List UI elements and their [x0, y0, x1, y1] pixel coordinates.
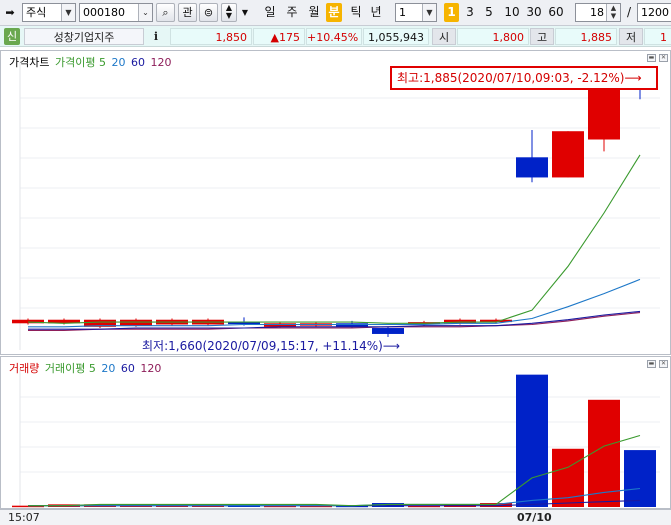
time-axis-start-label: 15:07 — [8, 511, 40, 524]
price-ma20-line — [28, 278, 641, 328]
candle-body — [588, 89, 620, 140]
low-price-callout: 최저:1,660(2020/07/09,15:17, +11.14%)⟶ — [142, 337, 401, 354]
high-price-callout: 최고:1,885(2020/07/10,09:03, -2.12%)⟶ — [390, 66, 658, 90]
time-axis: 15:07 07/10 — [0, 509, 671, 525]
candle-body — [552, 131, 584, 178]
time-axis-date-label: 07/10 — [517, 511, 552, 524]
price-ma5-line — [27, 154, 641, 324]
price-ma60-line — [28, 310, 641, 330]
volume-bar — [624, 450, 656, 507]
volume-ma5-line — [28, 434, 641, 507]
volume-ma20-line — [28, 487, 641, 507]
volume-bar — [516, 374, 548, 507]
candle-body — [516, 157, 548, 178]
candle-body — [120, 319, 152, 326]
candle-body — [372, 328, 404, 334]
